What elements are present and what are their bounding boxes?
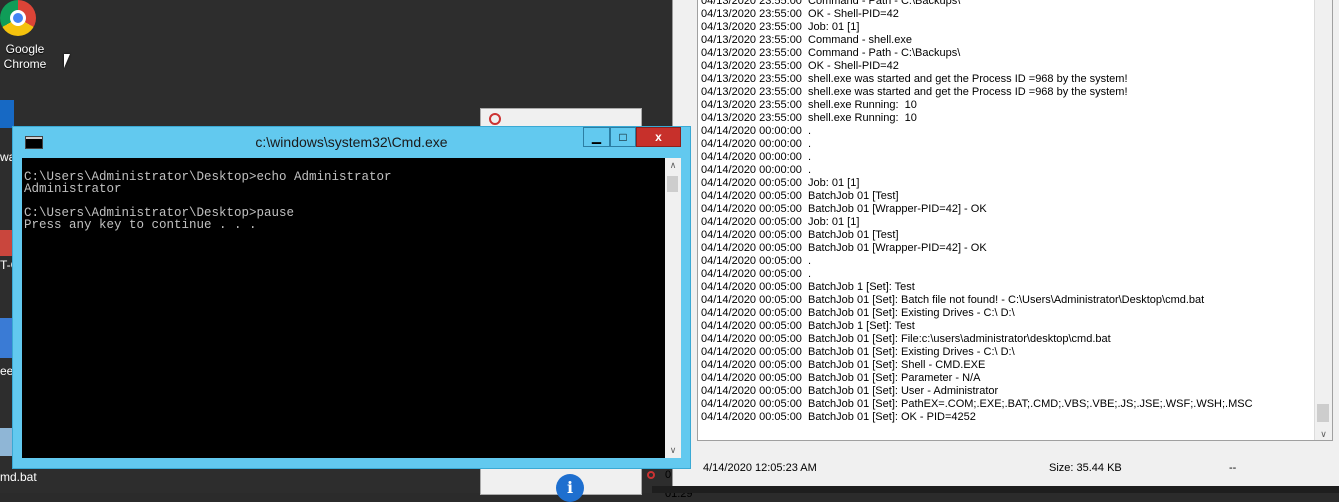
desktop-icon-app[interactable] (0, 230, 12, 256)
log-line: 04/14/2020 00:05:00 BatchJob 01 [Set]: O… (701, 411, 976, 423)
log-line: 04/14/2020 00:00:00 . (701, 151, 812, 163)
log-text: 04/13/2020 23:55:00 Command - Path - C:\… (701, 0, 1301, 424)
log-line: 04/14/2020 00:05:00 BatchJob 01 [Wrapper… (701, 242, 987, 254)
console-text: C:\Users\Administrator\Desktop>echo Admi… (24, 170, 392, 232)
log-line: 04/14/2020 00:05:00 BatchJob 1 [Set]: Te… (701, 320, 915, 332)
desktop-icon-app[interactable] (0, 318, 12, 358)
scroll-thumb[interactable] (1317, 404, 1329, 422)
desktop-icon-label: Chrome (3, 57, 47, 71)
log-line: 04/14/2020 00:05:00 . (701, 268, 812, 280)
cmd-window[interactable]: c:\windows\system32\Cmd.exe ▁ □ x C:\Use… (12, 126, 691, 469)
log-line: 04/14/2020 00:05:00 BatchJob 01 [Set]: S… (701, 359, 986, 371)
log-line: 04/14/2020 00:05:00 BatchJob 01 [Set]: P… (701, 398, 1253, 410)
log-line: 04/14/2020 00:05:00 BatchJob 01 [Test] (701, 190, 899, 202)
log-line: 04/13/2020 23:55:00 OK - Shell-PID=42 (701, 8, 899, 20)
desktop-icon-label: md.bat (0, 470, 37, 484)
log-line: 04/14/2020 00:00:00 . (701, 125, 812, 137)
log-line: 04/13/2020 23:55:00 OK - Shell-PID=42 (701, 60, 899, 72)
desktop-icon-app[interactable] (0, 100, 14, 128)
log-line: 04/14/2020 00:05:00 BatchJob 01 [Set]: P… (701, 372, 981, 384)
log-line: 04/13/2020 23:55:00 Job: 01 [1] (701, 21, 860, 33)
info-icon: i (556, 474, 584, 502)
scroll-up-icon[interactable]: ∧ (665, 160, 681, 171)
record-icon (489, 113, 501, 125)
log-line: 04/14/2020 00:05:00 BatchJob 1 [Set]: Te… (701, 281, 915, 293)
log-line: 04/13/2020 23:55:00 Command - shell.exe (701, 34, 912, 46)
scroll-thumb[interactable] (667, 176, 678, 192)
console-scrollbar[interactable]: ∧ ∨ (665, 158, 681, 458)
log-line: 04/14/2020 00:05:00 BatchJob 01 [Set]: B… (701, 294, 1205, 306)
status-timestamp: 4/14/2020 12:05:23 AM (703, 462, 817, 474)
log-line: 04/14/2020 00:05:00 Job: 01 [1] (701, 216, 860, 228)
log-scrollbar[interactable]: ∨ (1314, 0, 1332, 440)
chrome-icon (0, 0, 36, 36)
log-line: 04/13/2020 23:55:00 Command - Path - C:\… (701, 0, 961, 7)
log-line: 04/14/2020 00:05:00 . (701, 255, 812, 267)
log-line: 04/13/2020 23:55:00 shell.exe Running: 1… (701, 99, 917, 111)
log-line: 04/13/2020 23:55:00 shell.exe Running: 1… (701, 112, 917, 124)
desktop-icon-chrome[interactable]: Google Chrome (0, 0, 50, 72)
log-line: 04/14/2020 00:05:00 BatchJob 01 [Test] (701, 229, 899, 241)
log-line: 04/13/2020 23:55:00 shell.exe was starte… (701, 73, 1128, 85)
status-dot-icon (647, 471, 655, 479)
cmd-title-bar[interactable]: c:\windows\system32\Cmd.exe ▁ □ x (13, 127, 690, 157)
log-line: 04/13/2020 23:55:00 Command - Path - C:\… (701, 47, 961, 59)
log-line: 04/14/2020 00:05:00 BatchJob 01 [Set]: U… (701, 385, 999, 397)
log-viewer-window: 04/13/2020 23:55:00 Command - Path - C:\… (672, 0, 1339, 493)
minimize-button[interactable]: ▁ (583, 127, 610, 147)
log-line: 04/14/2020 00:05:00 BatchJob 01 [Wrapper… (701, 203, 987, 215)
log-line: 04/14/2020 00:05:00 BatchJob 01 [Set]: F… (701, 333, 1111, 345)
mouse-cursor-icon (64, 54, 70, 68)
close-button[interactable]: x (636, 127, 681, 147)
log-line: 04/13/2020 23:55:00 shell.exe was starte… (701, 86, 1128, 98)
maximize-button[interactable]: □ (610, 127, 636, 147)
log-line: 04/14/2020 00:00:00 . (701, 138, 812, 150)
log-line: 04/14/2020 00:05:00 BatchJob 01 [Set]: E… (701, 346, 1015, 358)
log-line: 04/14/2020 00:05:00 BatchJob 01 [Set]: E… (701, 307, 1015, 319)
status-extra: -- (1229, 462, 1237, 474)
log-list[interactable]: 04/13/2020 23:55:00 Command - Path - C:\… (697, 0, 1333, 441)
log-line: 04/14/2020 00:00:00 . (701, 164, 812, 176)
scroll-down-icon[interactable]: ∨ (665, 445, 681, 456)
console-output[interactable]: C:\Users\Administrator\Desktop>echo Admi… (22, 158, 665, 458)
status-file-size: Size: 35.44 KB (1049, 462, 1122, 474)
taskbar-edge (652, 486, 1339, 493)
log-line: 04/14/2020 00:05:00 Job: 01 [1] (701, 177, 860, 189)
scroll-down-icon[interactable]: ∨ (1315, 429, 1332, 440)
